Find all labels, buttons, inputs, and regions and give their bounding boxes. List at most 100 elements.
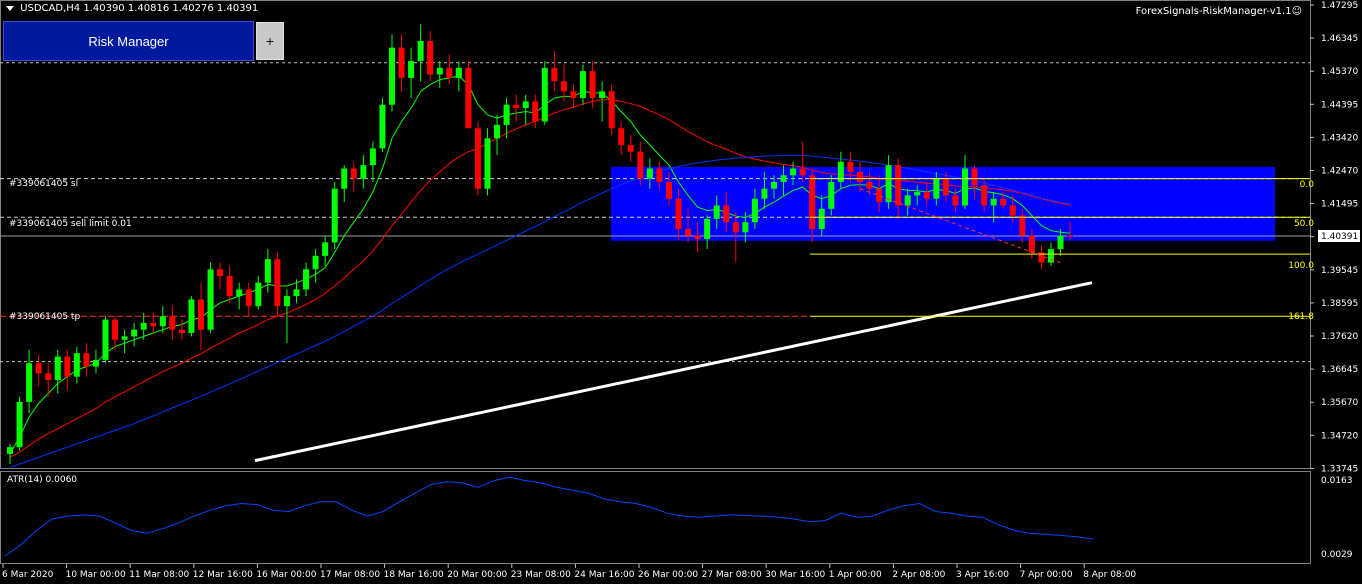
candle-body <box>341 168 348 189</box>
candle-body <box>369 148 376 166</box>
time-axis-label: 20 Mar 00:00 <box>447 570 507 580</box>
candle-body <box>1067 235 1074 237</box>
candle-body <box>474 128 481 189</box>
candle-body <box>732 222 739 233</box>
candle-body <box>580 71 586 99</box>
candle-body <box>761 188 768 199</box>
candle-body <box>264 259 271 283</box>
candle-body <box>178 329 185 334</box>
time-axis-label: 18 Mar 16:00 <box>384 570 444 580</box>
candle-body <box>112 319 119 340</box>
candle-body <box>455 67 462 78</box>
time-axis-label: 23 Mar 08:00 <box>511 570 571 580</box>
candle-body <box>914 192 921 196</box>
candle-body <box>790 168 797 176</box>
candle-body <box>809 175 816 229</box>
candle-body <box>895 165 902 206</box>
time-axis-label: 6 Mar 2020 <box>2 570 54 580</box>
fib-label-100: 100.0 <box>1288 261 1314 271</box>
candle-body <box>283 296 290 307</box>
atr-max-label: 0.0163 <box>1321 476 1353 486</box>
moving-average-1 <box>9 99 1071 458</box>
candle-body <box>436 67 443 75</box>
candle-body <box>398 47 405 78</box>
atr-min-label: 0.0029 <box>1321 550 1353 560</box>
candle-body <box>751 198 758 223</box>
moving-average-long <box>254 281 1093 463</box>
candle-body <box>981 185 988 206</box>
candle-body <box>54 356 61 381</box>
candle-body <box>226 275 233 297</box>
candle-body <box>1047 249 1054 263</box>
fib-label-161-8: 161.8 <box>1288 312 1314 322</box>
candle-body <box>92 359 99 367</box>
risk-manager-button[interactable]: Risk Manager <box>3 21 254 61</box>
candle-body <box>513 104 520 109</box>
price-axis-label: 1.35670 <box>1321 398 1358 408</box>
candle-body <box>771 181 777 189</box>
chart-canvas: 1.47295 1.46345 1.45370 1.44395 1.43420 1.424… <box>0 0 1360 580</box>
candle-body <box>150 322 157 327</box>
candle-body <box>656 168 663 182</box>
candle-body <box>828 181 835 209</box>
candle-body <box>217 269 224 276</box>
candle-body <box>1057 235 1064 250</box>
candle-body <box>1019 215 1026 236</box>
candle-body <box>599 91 606 99</box>
candle-body <box>465 67 472 129</box>
order-zone <box>611 166 1275 241</box>
candle-body <box>331 188 338 243</box>
atr-line <box>4 476 1094 557</box>
order-entry-label: #339061405 sell limit 0.01 <box>9 219 132 229</box>
time-axis-label: 26 Mar 00:00 <box>638 570 698 580</box>
candle-body <box>885 165 892 203</box>
candle-body <box>1000 198 1007 206</box>
risk-manager-expand-button[interactable]: + <box>256 22 284 60</box>
candle-body <box>64 356 71 377</box>
fib-label-50: 50.0 <box>1293 219 1314 229</box>
candle-body <box>608 91 615 129</box>
time-axis-label: 1 Apr 00:00 <box>829 570 882 580</box>
candle-body <box>876 188 883 203</box>
price-axis-label: 1.33745 <box>1321 464 1358 474</box>
price-axis-label: 1.34720 <box>1321 431 1358 441</box>
order-tp-label: #339061405 tp <box>9 312 81 322</box>
candle-body <box>169 316 176 330</box>
candle-body <box>694 235 701 240</box>
time-axis-label: 16 Mar 00:00 <box>256 570 316 580</box>
candle-body <box>847 161 854 172</box>
candle-body <box>990 198 997 206</box>
moving-average-0 <box>9 75 1071 455</box>
window-menu-icon[interactable] <box>6 5 14 11</box>
candle-body <box>742 222 749 233</box>
candle-body <box>560 81 567 92</box>
candle-body <box>188 299 195 334</box>
chart-title: USDCAD,H4 1.40390 1.40816 1.40276 1.4039… <box>6 3 258 14</box>
candle-body <box>427 40 434 75</box>
candle-body <box>26 363 33 402</box>
candle-body <box>618 128 625 146</box>
time-axis-label: 10 Mar 00:00 <box>66 570 126 580</box>
candle-body <box>551 67 558 82</box>
candle-body <box>350 168 357 179</box>
price-axis-label: 1.41495 <box>1321 200 1358 210</box>
candle-body <box>904 195 911 206</box>
ea-name-label: ForexSignals-RiskManager-v1.1 <box>1135 6 1292 17</box>
candle-body <box>45 373 52 381</box>
candle-body <box>207 269 214 330</box>
candle-body <box>646 168 653 179</box>
time-axis-label: 12 Mar 16:00 <box>193 570 253 580</box>
candle-body <box>799 168 806 176</box>
time-axis-label: 24 Mar 16:00 <box>574 570 634 580</box>
candle-body <box>312 255 319 270</box>
candle-body <box>236 289 243 297</box>
candle-body <box>503 104 510 125</box>
candle-body <box>522 101 529 109</box>
candle-body <box>589 71 596 99</box>
candle-body <box>1009 205 1016 216</box>
candle-body <box>379 104 386 149</box>
candle-body <box>83 353 90 367</box>
candle-body <box>971 168 978 186</box>
candle-body <box>570 91 577 99</box>
price-axis-label: 1.39545 <box>1321 266 1358 276</box>
